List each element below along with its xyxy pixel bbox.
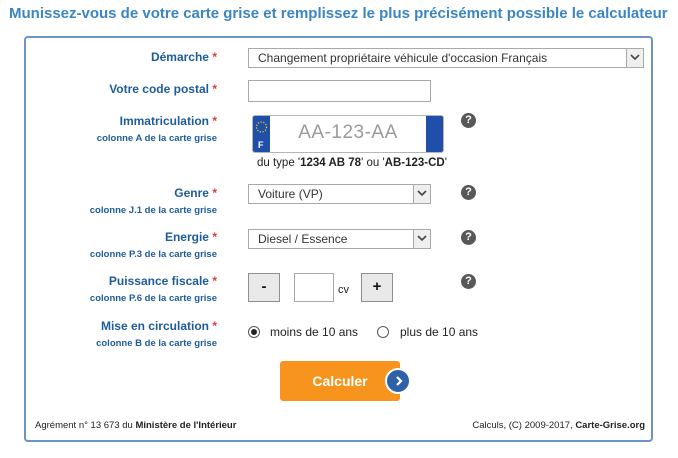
puissance-sublabel: colonne P.6 de la carte grise bbox=[89, 293, 217, 304]
footer-copyright: Calculs, (C) 2009-2017, Carte-Grise.org bbox=[472, 420, 645, 431]
energie-sublabel: colonne P.3 de la carte grise bbox=[89, 249, 217, 260]
demarche-select[interactable]: Changement propriétaire véhicule d'occas… bbox=[248, 48, 644, 68]
required-mark: * bbox=[212, 50, 217, 64]
code-postal-input[interactable] bbox=[248, 80, 431, 102]
help-icon[interactable]: ? bbox=[461, 274, 476, 289]
plate-placeholder: AA-123-AA bbox=[298, 122, 398, 143]
chevron-down-icon bbox=[626, 49, 643, 67]
footer-agrement: Agrément n° 13 673 du Ministère de l'Int… bbox=[35, 420, 236, 431]
increment-button[interactable]: + bbox=[361, 273, 393, 302]
required-mark: * bbox=[212, 82, 217, 96]
footer-left-text: Agrément n° 13 673 du bbox=[35, 420, 136, 431]
puissance-input[interactable] bbox=[294, 273, 334, 302]
immatriculation-label-text: Immatriculation bbox=[119, 114, 209, 128]
footer-right-text: Calculs, (C) 2009-2017, bbox=[472, 420, 576, 431]
demarche-label-text: Démarche bbox=[150, 50, 209, 64]
radio-label-moins-10-ans: moins de 10 ans bbox=[270, 325, 359, 339]
decrement-button[interactable]: - bbox=[248, 273, 280, 302]
demarche-label: Démarche * bbox=[151, 50, 217, 64]
eu-flag-icon: F bbox=[253, 116, 270, 152]
puissance-label: Puissance fiscale * bbox=[109, 274, 217, 288]
plate-format-hint: du type '1234 AB 78' ou 'AB-123-CD' bbox=[257, 157, 447, 169]
genre-label: Genre * bbox=[174, 186, 217, 200]
license-plate-input[interactable]: F AA-123-AA bbox=[252, 115, 444, 153]
required-mark: * bbox=[212, 319, 217, 333]
energie-label: Energie * bbox=[165, 230, 217, 244]
code-postal-label-text: Votre code postal bbox=[109, 82, 209, 96]
immatriculation-label: Immatriculation * bbox=[120, 114, 217, 128]
arrow-right-icon[interactable] bbox=[385, 368, 411, 394]
mise-circulation-sublabel: colonne B de la carte grise bbox=[96, 338, 217, 349]
chevron-down-icon bbox=[413, 230, 430, 248]
calculer-button[interactable]: Calculer bbox=[280, 361, 400, 401]
radio-plus-10-ans[interactable] bbox=[377, 326, 389, 338]
energie-label-text: Energie bbox=[164, 230, 209, 244]
radio-moins-10-ans[interactable] bbox=[248, 326, 260, 338]
help-icon[interactable]: ? bbox=[461, 185, 476, 200]
mise-circulation-label-text: Mise en circulation bbox=[100, 319, 209, 333]
required-mark: * bbox=[212, 186, 217, 200]
hint-example-2: AB-123-CD bbox=[384, 157, 445, 169]
chevron-down-icon bbox=[413, 185, 430, 203]
genre-sublabel: colonne J.1 de la carte grise bbox=[89, 205, 217, 216]
code-postal-label: Votre code postal * bbox=[109, 82, 217, 96]
footer-site-name: Carte-Grise.org bbox=[575, 420, 645, 431]
genre-select[interactable]: Voiture (VP) bbox=[248, 184, 431, 204]
hint-prefix: du type ' bbox=[257, 157, 301, 169]
help-icon[interactable]: ? bbox=[461, 113, 476, 128]
energie-select[interactable]: Diesel / Essence bbox=[248, 229, 431, 249]
hint-mid: ' ou ' bbox=[361, 157, 385, 169]
mise-circulation-label: Mise en circulation * bbox=[101, 319, 217, 333]
genre-label-text: Genre bbox=[174, 186, 209, 200]
immatriculation-sublabel: colonne A de la carte grise bbox=[96, 133, 217, 144]
plate-region-band bbox=[426, 116, 443, 152]
required-mark: * bbox=[212, 274, 217, 288]
page-title: Munissez-vous de votre carte grise et re… bbox=[9, 5, 668, 22]
demarche-value: Changement propriétaire véhicule d'occas… bbox=[258, 51, 548, 65]
help-icon[interactable]: ? bbox=[461, 230, 476, 245]
required-mark: * bbox=[212, 114, 217, 128]
radio-label-plus-10-ans: plus de 10 ans bbox=[400, 325, 479, 339]
plate-country: F bbox=[258, 140, 264, 150]
footer-ministere: Ministère de l'Intérieur bbox=[135, 420, 237, 431]
hint-example-1: 1234 AB 78 bbox=[300, 157, 362, 169]
required-mark: * bbox=[212, 230, 217, 244]
hint-suffix: ' bbox=[444, 157, 447, 169]
puissance-label-text: Puissance fiscale bbox=[108, 274, 209, 288]
puissance-unit: cv bbox=[338, 284, 349, 296]
genre-value: Voiture (VP) bbox=[258, 187, 323, 201]
energie-value: Diesel / Essence bbox=[258, 232, 348, 246]
